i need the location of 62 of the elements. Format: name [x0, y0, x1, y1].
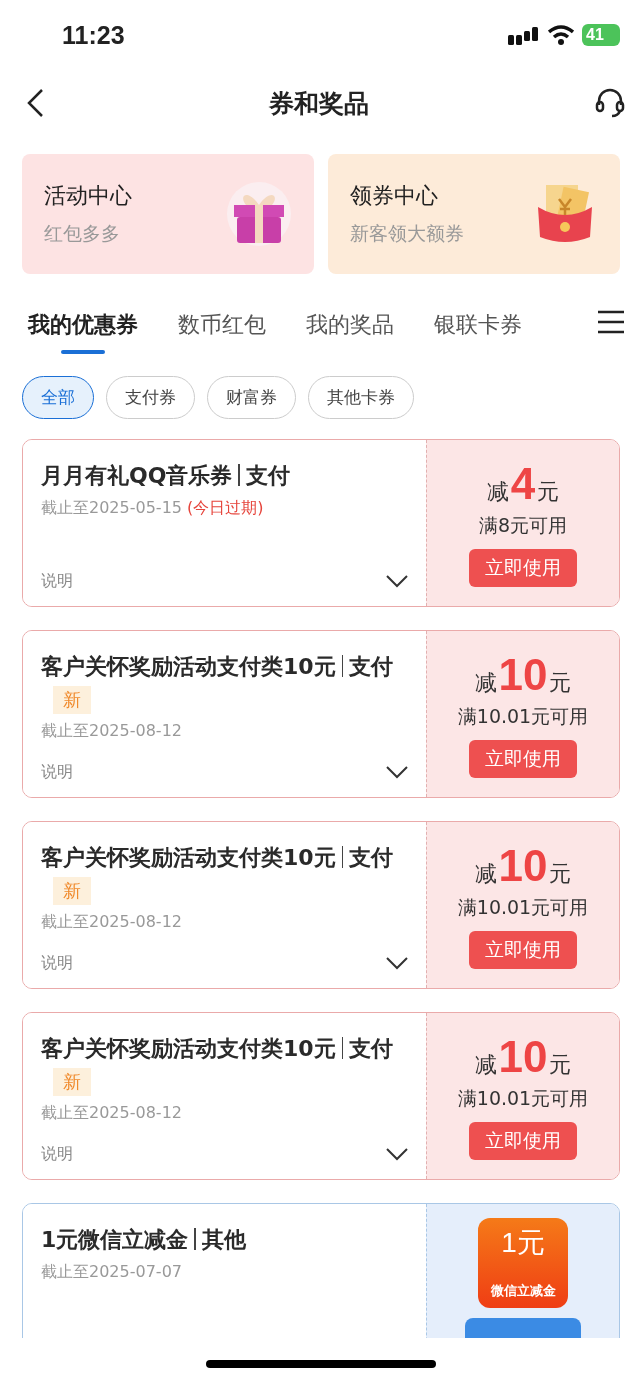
- menu-icon[interactable]: [598, 310, 624, 334]
- promo-card[interactable]: 活动中心 红包多多: [22, 154, 314, 274]
- signal-icon: [508, 25, 540, 45]
- tab[interactable]: 银联卡券: [414, 310, 542, 340]
- usage-condition: 满10.01元可用: [457, 1086, 589, 1111]
- promo-title: 活动中心: [44, 182, 132, 210]
- coupon-card[interactable]: 1元微信立减金 其他 截止至2025-07-07 1元 微信立减金: [22, 1203, 620, 1338]
- info-link[interactable]: 说明: [41, 1144, 73, 1165]
- expiry-date: 截止至2025-08-12: [41, 912, 183, 933]
- usage-condition: 满10.01元可用: [457, 704, 589, 729]
- info-link[interactable]: 说明: [41, 953, 73, 974]
- promo-subtitle: 红包多多: [44, 221, 121, 246]
- coupon-card[interactable]: 月月有礼QQ音乐券 支付 截止至2025-05-15 (今日过期) 说明 减4元 满8元可用 立即使用: [22, 439, 620, 607]
- use-now-button[interactable]: 立即使用: [469, 931, 577, 969]
- coupon-title: 客户关怀奖励活动支付类10元 支付 新: [41, 1033, 408, 1097]
- coupon-title: 1元微信立减金 其他: [41, 1226, 247, 1254]
- coupon-title: 月月有礼QQ音乐券 支付: [41, 462, 291, 490]
- chevron-down-icon[interactable]: [386, 575, 408, 588]
- use-now-button[interactable]: 立即使用: [469, 549, 577, 587]
- tab[interactable]: 数币红包: [158, 310, 286, 340]
- expiry-date: 截止至2025-08-12: [41, 721, 183, 742]
- gift-icon: [226, 181, 292, 247]
- discount-amount: 减 10元: [474, 1032, 572, 1082]
- chevron-down-icon[interactable]: [386, 1148, 408, 1161]
- chevron-down-icon[interactable]: [386, 766, 408, 779]
- new-tag: 新: [53, 1068, 91, 1096]
- filter-chip[interactable]: 全部: [22, 376, 94, 419]
- usage-condition: 满10.01元可用: [457, 895, 589, 920]
- coupon-title: 客户关怀奖励活动支付类10元 支付 新: [41, 651, 408, 715]
- info-link[interactable]: 说明: [41, 762, 73, 783]
- coupon-card[interactable]: 客户关怀奖励活动支付类10元 支付 新 截止至2025-08-12 说明 减 10元 满10.01元可用 立即使用: [22, 1012, 620, 1180]
- promo-subtitle: 新客领大额券: [350, 221, 464, 246]
- promo-card[interactable]: 领券中心 新客领大额券: [328, 154, 620, 274]
- coupon-card[interactable]: 客户关怀奖励活动支付类10元 支付 新 截止至2025-08-12 说明 减 10元 满10.01元可用 立即使用: [22, 821, 620, 989]
- battery-level: 41: [582, 24, 620, 46]
- expiry-date: 截止至2025-05-15 (今日过期): [41, 498, 265, 519]
- filter-chip[interactable]: 财富券: [207, 376, 296, 419]
- info-link[interactable]: 说明: [41, 571, 73, 592]
- use-now-button[interactable]: 立即使用: [469, 1122, 577, 1160]
- status-time: 11:23: [62, 20, 125, 50]
- expiry-date: 截止至2025-08-12: [41, 1103, 183, 1124]
- discount-amount: 减4元: [486, 459, 560, 509]
- chevron-down-icon[interactable]: [386, 957, 408, 970]
- expiry-date: 截止至2025-07-07: [41, 1262, 183, 1283]
- use-now-button[interactable]: 立即使用: [469, 740, 577, 778]
- promo-title: 领券中心: [350, 182, 439, 210]
- filter-chip[interactable]: 支付券: [106, 376, 195, 419]
- tab[interactable]: 我的优惠券: [8, 310, 158, 354]
- wifi-icon: [548, 25, 574, 45]
- new-tag: 新: [53, 686, 91, 714]
- coupon-card[interactable]: 客户关怀奖励活动支付类10元 支付 新 截止至2025-08-12 说明 减 10元 满10.01元可用 立即使用: [22, 630, 620, 798]
- voucher-badge: 1元 微信立减金: [478, 1218, 568, 1308]
- discount-amount: 减 10元: [474, 650, 572, 700]
- back-icon[interactable]: [26, 88, 44, 118]
- tab[interactable]: 我的奖品: [286, 310, 414, 340]
- page-title: 券和奖品: [269, 87, 369, 120]
- filter-chip[interactable]: 其他卡券: [308, 376, 414, 419]
- usage-condition: 满8元可用: [478, 513, 568, 538]
- coupon-title: 客户关怀奖励活动支付类10元 支付 新: [41, 842, 408, 906]
- headset-icon[interactable]: [594, 87, 626, 119]
- new-tag: 新: [53, 877, 91, 905]
- discount-amount: 减 10元: [474, 841, 572, 891]
